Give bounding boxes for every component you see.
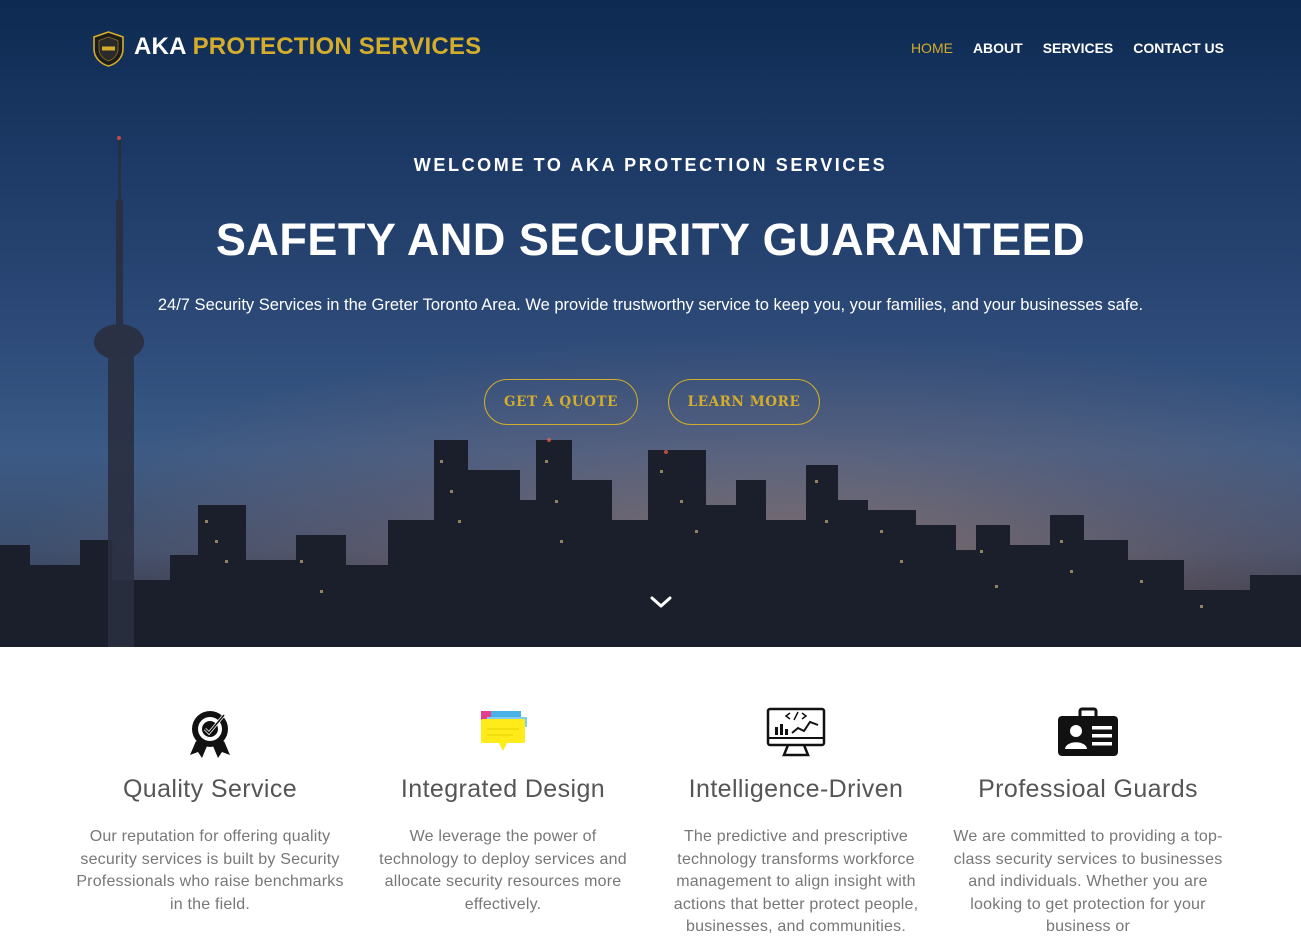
feature-title: Quality Service xyxy=(122,775,298,803)
feature-title: Intelligence-Driven xyxy=(688,775,904,803)
nav-item-home[interactable]: HOME xyxy=(911,40,953,56)
shield-badge-icon[interactable] xyxy=(92,31,125,67)
brand-name[interactable]: AKA PROTECTION SERVICES xyxy=(134,33,481,61)
top-navbar: AKA PROTECTION SERVICES HOME ABOUT SERVI… xyxy=(0,0,1301,96)
hero-title: SAFETY AND SECURITY GUARANTEED xyxy=(215,214,1086,265)
nav-item-about[interactable]: ABOUT xyxy=(973,40,1023,56)
features-section: Quality Service Our reputation for offer… xyxy=(0,647,1301,937)
hero-eyebrow: WELCOME TO AKA PROTECTION SERVICES xyxy=(413,155,888,175)
get-quote-button[interactable]: GET A QUOTE xyxy=(484,379,638,425)
feature-title: Professioal Guards xyxy=(978,775,1198,803)
brand-name-first: AKA xyxy=(134,33,186,60)
feature-text: The predictive and prescriptive technolo… xyxy=(673,828,919,935)
monitor-analytics-icon xyxy=(766,707,826,757)
brand-name-rest: PROTECTION SERVICES xyxy=(192,33,482,60)
chevron-down-icon[interactable] xyxy=(650,594,672,610)
hero-section: AKA PROTECTION SERVICES HOME ABOUT SERVI… xyxy=(0,0,1301,647)
nav-links: HOME ABOUT SERVICES CONTACT US xyxy=(911,40,1224,56)
id-card-icon xyxy=(1058,707,1118,756)
city-skyline-image xyxy=(0,135,1301,647)
nav-item-services[interactable]: SERVICES xyxy=(1043,40,1114,56)
learn-more-button[interactable]: LEARN MORE xyxy=(668,379,820,425)
hero-subtitle: 24/7 Security Services in the Greter Tor… xyxy=(157,296,1144,314)
chat-bubble-icon xyxy=(481,711,527,751)
nav-item-contact[interactable]: CONTACT US xyxy=(1133,40,1224,56)
feature-text: We are committed to providing a top-clas… xyxy=(953,828,1223,935)
quality-badge-icon xyxy=(190,711,230,758)
feature-text: We leverage the power of technology to d… xyxy=(379,828,627,913)
feature-title: Integrated Design xyxy=(400,775,606,803)
feature-text: Our reputation for offering quality secu… xyxy=(76,828,344,913)
